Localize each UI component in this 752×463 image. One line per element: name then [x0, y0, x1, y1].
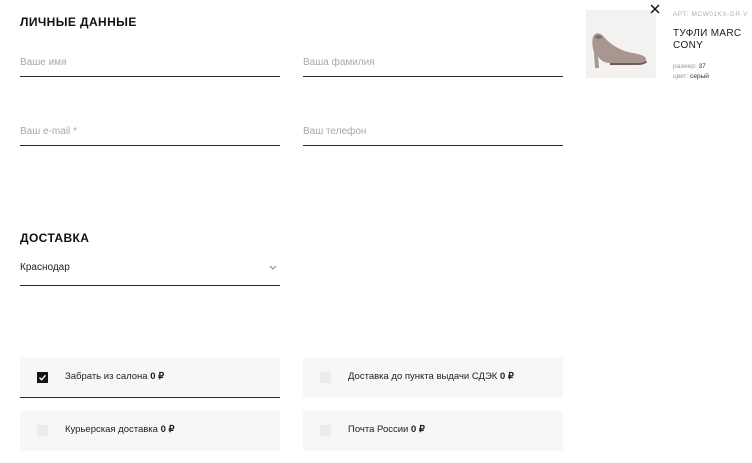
delivery-option-russian-post[interactable]: Почта России 0 ₽	[303, 411, 563, 451]
last-name-input[interactable]	[303, 57, 563, 68]
product-size: размер: 37	[673, 63, 706, 70]
product-article: АРТ: MCW01KX-GR-V	[673, 11, 749, 18]
checkbox-checked-icon[interactable]	[37, 372, 48, 383]
email-field[interactable]	[20, 116, 280, 146]
city-select[interactable]: Краснодар	[20, 258, 280, 286]
checkbox-icon[interactable]	[320, 425, 331, 436]
chevron-down-icon	[269, 265, 277, 270]
shoe-icon	[592, 33, 647, 68]
delivery-option-courier[interactable]: Курьерская доставка 0 ₽	[20, 411, 280, 451]
delivery-option-label: Забрать из салона 0 ₽	[65, 371, 165, 382]
personal-data-title: ЛИЧНЫЕ ДАННЫЕ	[20, 15, 137, 29]
close-icon[interactable]	[648, 2, 662, 16]
first-name-field[interactable]	[20, 47, 280, 77]
delivery-option-label: Почта России 0 ₽	[348, 424, 425, 435]
phone-input[interactable]	[303, 126, 563, 137]
phone-field[interactable]	[303, 116, 563, 146]
product-name: ТУФЛИ MARC CONY	[673, 28, 742, 51]
product-image	[586, 10, 656, 78]
delivery-title: ДОСТАВКА	[20, 231, 90, 245]
delivery-option-pickup[interactable]: Забрать из салона 0 ₽	[20, 358, 280, 398]
checkbox-icon[interactable]	[37, 425, 48, 436]
delivery-option-label: Доставка до пункта выдачи СДЭК 0 ₽	[348, 371, 514, 382]
email-input[interactable]	[20, 126, 280, 137]
checkbox-icon[interactable]	[320, 372, 331, 383]
first-name-input[interactable]	[20, 57, 280, 68]
delivery-option-label: Курьерская доставка 0 ₽	[65, 424, 175, 435]
product-color: цвет: серый	[673, 73, 709, 80]
last-name-field[interactable]	[303, 47, 563, 77]
delivery-option-cdek[interactable]: Доставка до пункта выдачи СДЭК 0 ₽	[303, 358, 563, 398]
city-select-value: Краснодар	[20, 262, 70, 273]
